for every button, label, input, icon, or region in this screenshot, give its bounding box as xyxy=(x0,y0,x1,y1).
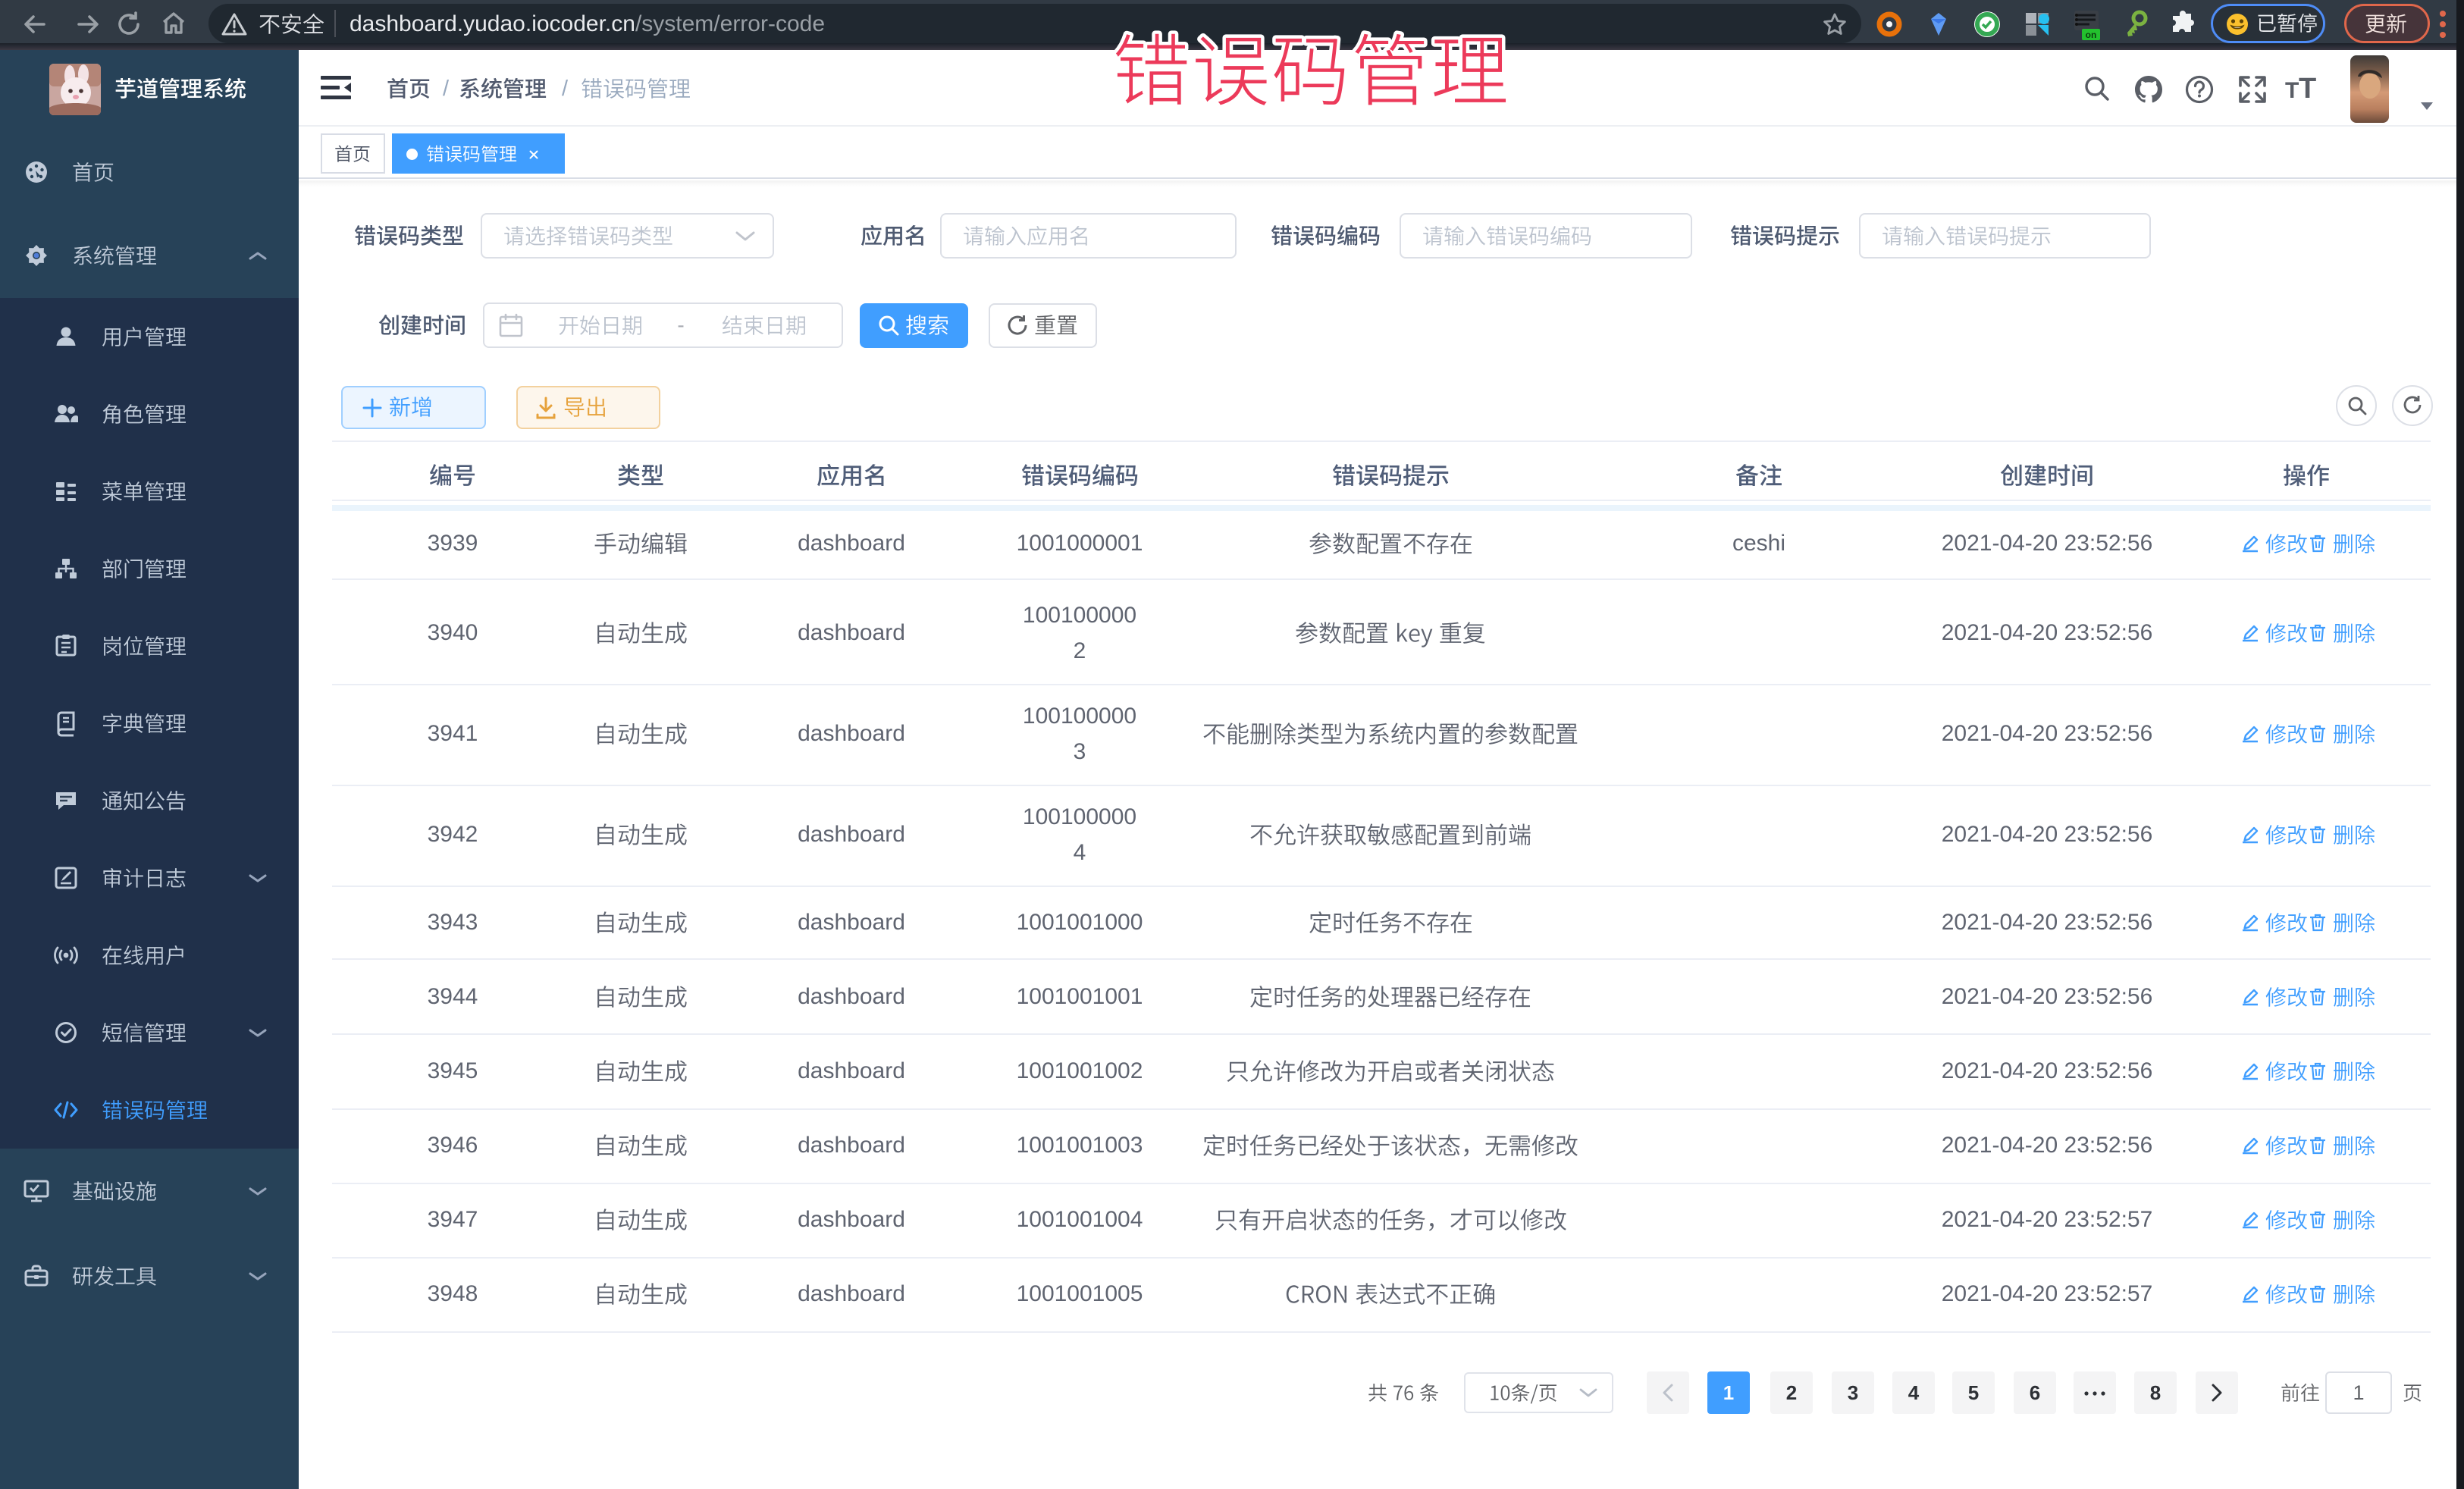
svg-text:on: on xyxy=(2086,30,2097,40)
svg-text:T: T xyxy=(2299,73,2316,105)
svg-text:T: T xyxy=(2285,78,2299,103)
